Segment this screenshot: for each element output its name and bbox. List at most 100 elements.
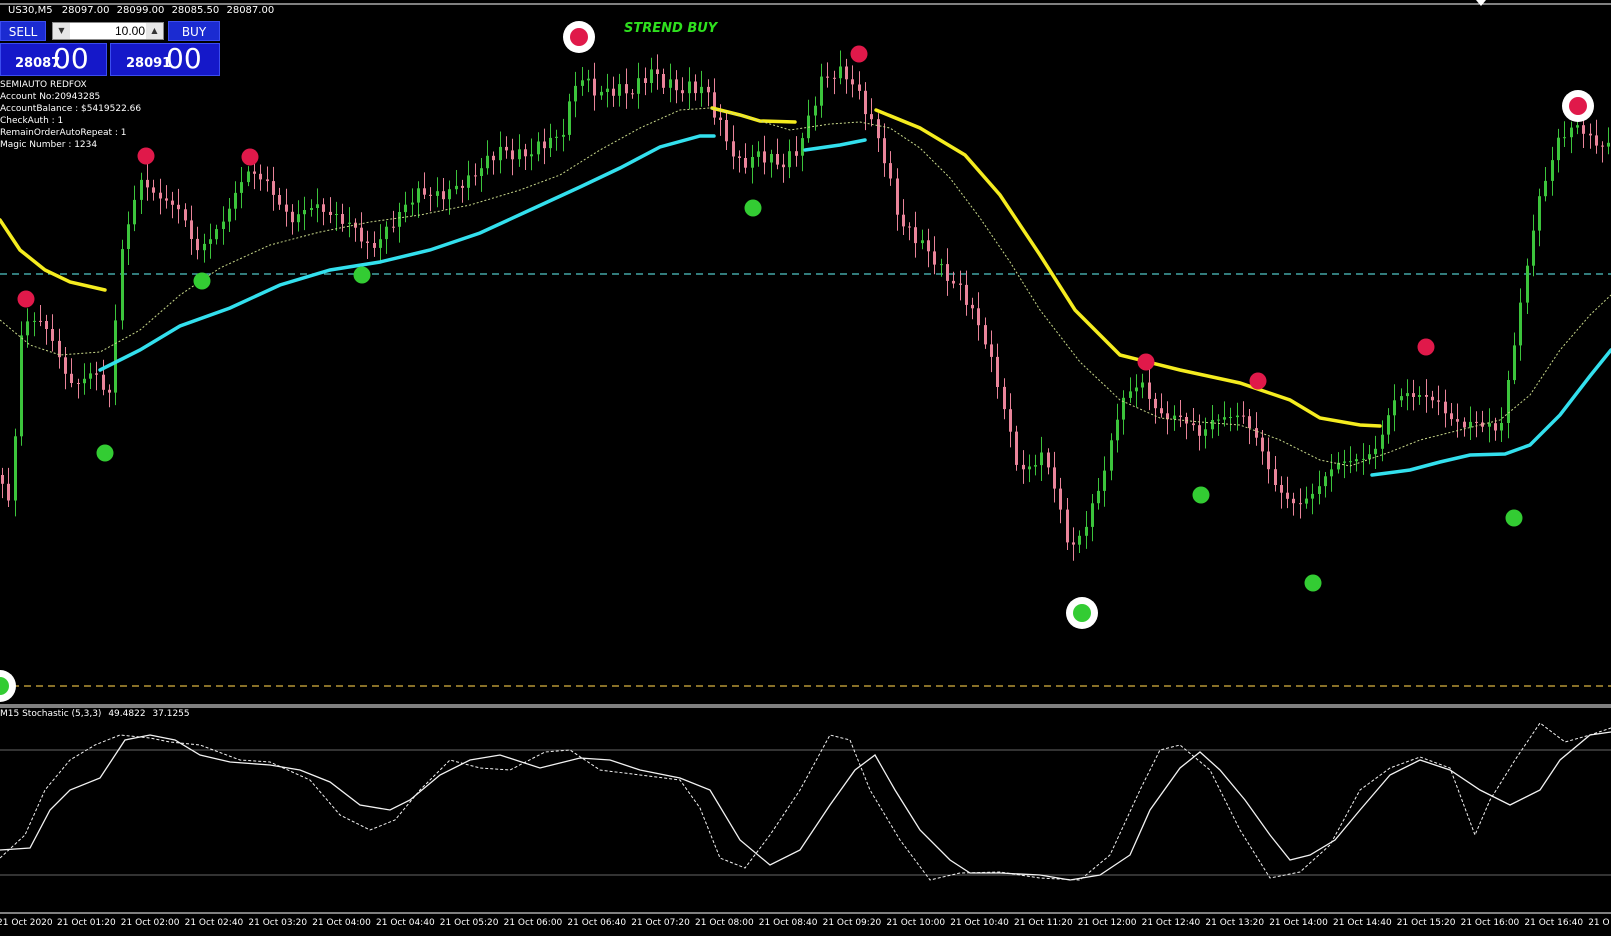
candle-body [1589,133,1592,136]
time-axis-label: 21 Oct 01:20 [57,918,116,928]
candle-body [669,79,672,88]
candle-body [253,171,256,174]
price-chart[interactable] [0,0,1611,936]
candle-body [310,208,313,210]
candle-body [366,241,369,243]
time-axis-label: 21 Oct 06:00 [503,918,563,928]
candle-body [7,483,10,501]
candle-body [159,192,162,199]
time-axis-label: 21 Oct 15:20 [1396,918,1456,928]
candle-body [555,136,558,138]
candle-body [1129,391,1132,398]
candle-body [1551,160,1554,181]
candle-body [442,191,445,200]
candle-body [1192,423,1195,426]
sell-signal-dot [17,290,35,308]
candle-body [637,78,640,94]
buy-price-main: 28091 [126,56,172,71]
candle-body [650,69,653,83]
candle-body [404,204,407,213]
candle-body [45,321,48,329]
candle-body [581,80,584,86]
candle-body [927,240,930,252]
buy-signal-dot [353,266,371,284]
candle-body [618,84,621,96]
sell-price-button[interactable]: 28087 00 [0,42,107,76]
candle-body [429,194,432,196]
ma-line-dotted [0,107,1611,467]
candle-body [833,77,836,79]
candle-body [511,150,514,160]
one-click-trading-panel: SELL ▼ ▲ BUY 28087 00 28091 00 [0,21,220,77]
candle-body [348,222,351,224]
candle-body [1,475,4,484]
candle-body [1349,461,1352,463]
candle-body [102,374,105,390]
candle-body [776,154,779,165]
candle-body [455,185,458,190]
candle-body [644,78,647,83]
buy-price-button[interactable]: 28091 00 [110,42,220,76]
candle-body [70,373,73,383]
candle-body [524,149,527,157]
candle-body [1431,396,1434,401]
chart-shift-marker-icon[interactable] [1476,0,1486,6]
candle-body [1463,421,1466,428]
candle-body [1318,486,1321,494]
time-axis-label: 21 Oct 07:20 [631,918,690,928]
candle-body [1034,465,1037,467]
candle-body [1198,425,1201,436]
sell-button[interactable]: SELL [0,21,46,41]
candle-body [537,141,540,155]
candle-body [751,157,754,168]
candle-body [133,199,136,225]
candle-body [1305,498,1308,504]
candle-body [1544,180,1547,197]
sell-signal-dot [1137,353,1155,371]
candle-body [1324,476,1327,487]
candle-body [1028,466,1031,470]
candle-body [322,204,325,212]
ma-line-yellow [874,108,1382,428]
candle-body [140,179,143,200]
candle-body [562,134,565,137]
candle-body [770,154,773,163]
candle-body [1103,470,1106,491]
candle-body [820,76,823,106]
candle-body [1135,387,1138,392]
lot-decrease-icon[interactable]: ▼ [53,23,70,39]
candle-body [278,195,281,205]
candle-body [719,117,722,120]
candle-body [26,321,29,336]
candle-body [272,181,275,195]
lot-increase-icon[interactable]: ▲ [146,23,163,39]
candle-body [1179,415,1182,417]
buy-button[interactable]: BUY [168,21,220,41]
strong-signal-dot [1073,604,1091,622]
candle-body [625,84,628,94]
candle-body [215,229,218,240]
candle-body [984,325,987,345]
candle-body [908,226,911,228]
candle-body [1500,423,1503,431]
candle-body [700,86,703,94]
candle-body [732,141,735,157]
candle-body [392,226,395,228]
candle-body [228,208,231,222]
candle-body [940,264,943,266]
sell-signal-dot [241,148,259,166]
candle-body [1532,230,1535,266]
candle-body [436,191,439,196]
candle-body [902,214,905,227]
ma-line-cyan [1370,348,1611,477]
candle-body [247,171,250,183]
candle-body [127,224,130,249]
ea-name: SEMIAUTO REDFOX [0,80,87,90]
account-balance: AccountBalance : $5419522.66 [0,104,142,114]
candle-body [64,357,67,374]
candle-body [335,214,338,215]
candle-body [587,78,590,81]
time-axis-label: 21 Oct 05:20 [439,918,499,928]
lot-size-input[interactable] [71,23,147,39]
candle-body [826,76,829,78]
